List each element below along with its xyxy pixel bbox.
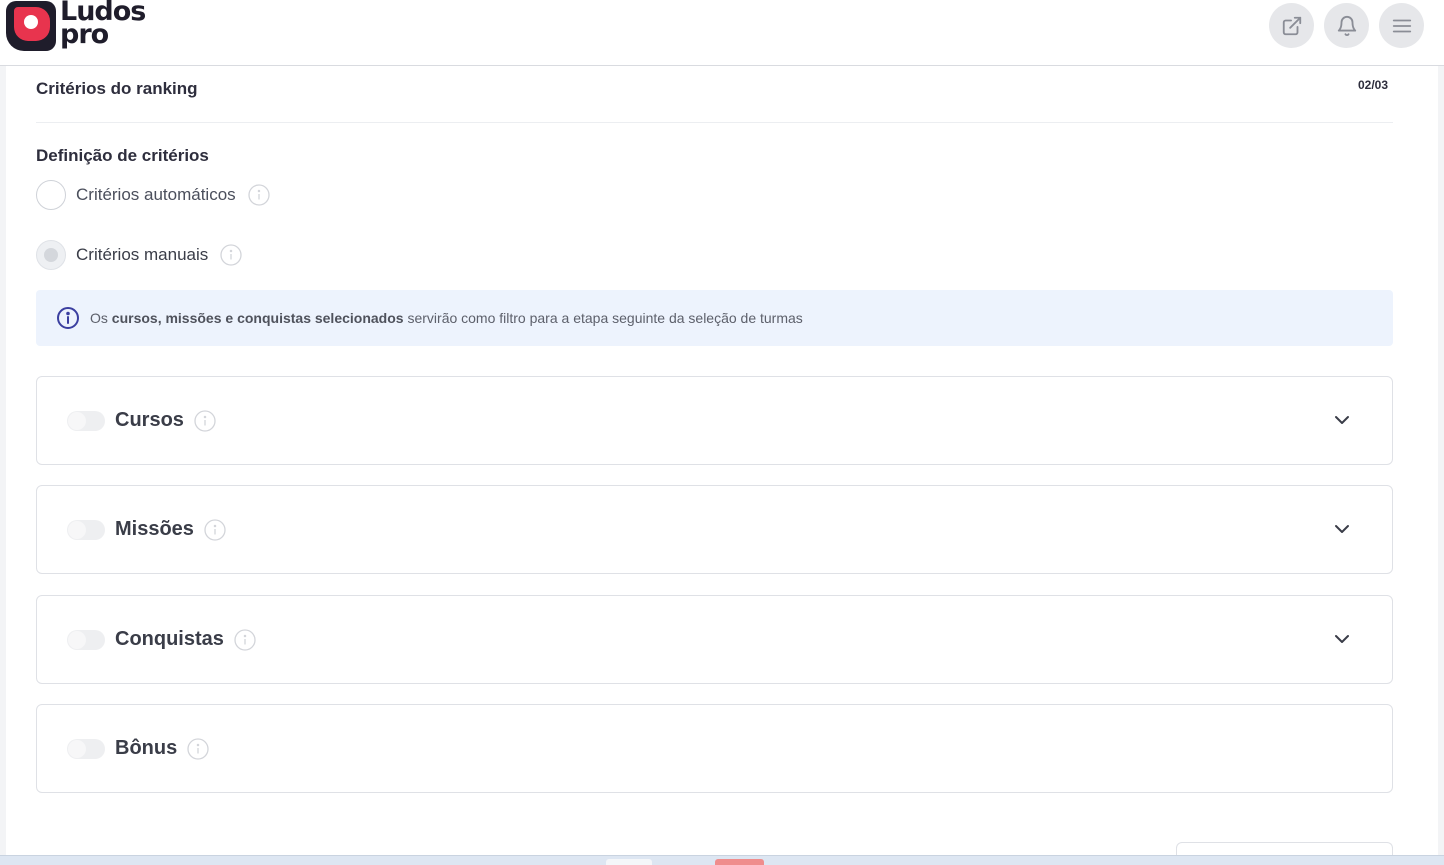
top-bar: Ludos pro: [0, 0, 1444, 66]
option-manual-criteria[interactable]: Critérios manuais: [36, 240, 242, 270]
info-icon[interactable]: [187, 737, 209, 760]
notice-suffix: servirão como filtro para a etapa seguin…: [403, 310, 803, 326]
taskbar-item[interactable]: [715, 859, 764, 865]
info-icon[interactable]: [234, 628, 256, 651]
logo-text: Ludos pro: [60, 0, 146, 48]
bell-icon: [1337, 15, 1356, 36]
step-counter: 02/03: [1358, 78, 1389, 92]
external-link-icon: [1282, 16, 1301, 35]
courses-label: Cursos: [115, 409, 184, 431]
chevron-down-icon[interactable]: [1332, 629, 1352, 649]
info-icon[interactable]: [194, 409, 216, 432]
info-circle-icon: [56, 306, 80, 330]
logo-mark-icon: [6, 1, 56, 51]
bonus-label: Bônus: [115, 737, 178, 759]
menu-button[interactable]: [1379, 3, 1424, 48]
filter-notice: Os cursos, missões e conquistas selecion…: [36, 290, 1393, 346]
step-title: Critérios do ranking: [36, 79, 198, 98]
achievements-toggle[interactable]: [67, 629, 105, 650]
section-missions[interactable]: Missões: [36, 485, 1393, 574]
page-scrollbar[interactable]: [1438, 66, 1444, 856]
info-icon[interactable]: [248, 184, 270, 206]
courses-toggle[interactable]: [67, 410, 105, 431]
menu-icon: [1392, 19, 1411, 32]
automatic-criteria-radio[interactable]: [36, 180, 66, 210]
bonus-toggle[interactable]: [67, 738, 105, 759]
option-automatic-criteria[interactable]: Critérios automáticos: [36, 180, 270, 210]
chevron-down-icon[interactable]: [1332, 410, 1352, 430]
info-icon[interactable]: [204, 518, 226, 541]
manual-criteria-label: Critérios manuais: [76, 245, 209, 264]
section-courses[interactable]: Cursos: [36, 376, 1393, 465]
notice-text: Os cursos, missões e conquistas selecion…: [90, 310, 803, 326]
ludos-pro-logo[interactable]: Ludos pro: [4, 0, 154, 54]
section-bonus[interactable]: Bônus: [36, 704, 1393, 793]
chevron-down-icon[interactable]: [1332, 519, 1352, 539]
open-external-button[interactable]: [1269, 3, 1314, 48]
achievements-label: Conquistas: [115, 628, 224, 650]
notice-highlight: cursos, missões e conquistas selecionado…: [111, 310, 404, 326]
divider: [36, 122, 1393, 123]
notice-prefix: Os: [90, 310, 112, 326]
info-icon[interactable]: [220, 244, 242, 266]
notifications-button[interactable]: [1324, 3, 1369, 48]
taskbar-item[interactable]: [606, 859, 652, 865]
missions-toggle[interactable]: [67, 519, 105, 540]
automatic-criteria-label: Critérios automáticos: [76, 185, 236, 204]
section-achievements[interactable]: Conquistas: [36, 595, 1393, 684]
criteria-definition-title: Definição de critérios: [36, 146, 209, 165]
missions-label: Missões: [115, 518, 194, 540]
manual-criteria-radio[interactable]: [36, 240, 66, 270]
